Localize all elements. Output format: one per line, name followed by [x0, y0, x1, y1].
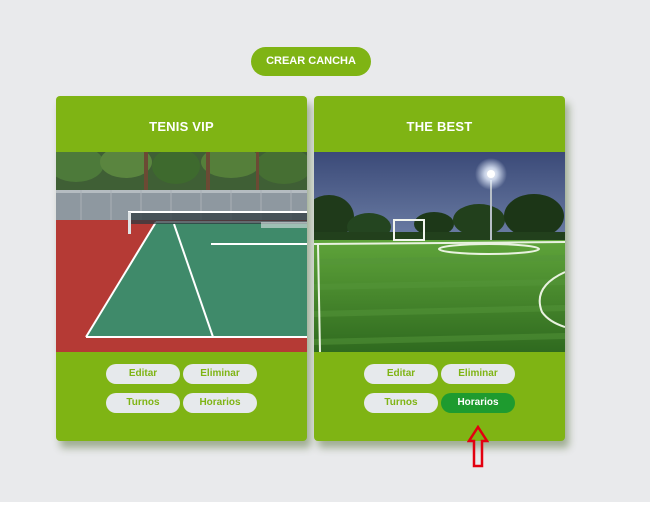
- delete-button[interactable]: Eliminar: [441, 364, 515, 384]
- schedules-button[interactable]: Horarios: [441, 393, 515, 413]
- court-title: THE BEST: [406, 119, 473, 134]
- court-title: TENIS VIP: [149, 119, 214, 134]
- schedules-button[interactable]: Horarios: [183, 393, 257, 413]
- shifts-button[interactable]: Turnos: [364, 393, 438, 413]
- create-court-button[interactable]: CREAR CANCHA: [251, 47, 371, 76]
- shifts-button[interactable]: Turnos: [106, 393, 180, 413]
- edit-button[interactable]: Editar: [364, 364, 438, 384]
- soccer-field-image: [314, 152, 565, 352]
- tennis-court-image: [56, 152, 307, 352]
- edit-button[interactable]: Editar: [106, 364, 180, 384]
- delete-button[interactable]: Eliminar: [183, 364, 257, 384]
- court-card: THE BEST Editar Eliminar Turnos Horarios: [314, 96, 565, 441]
- red-up-arrow-icon: [466, 424, 490, 474]
- court-card: TENIS VIP Editar Eliminar Turnos Horario…: [56, 96, 307, 441]
